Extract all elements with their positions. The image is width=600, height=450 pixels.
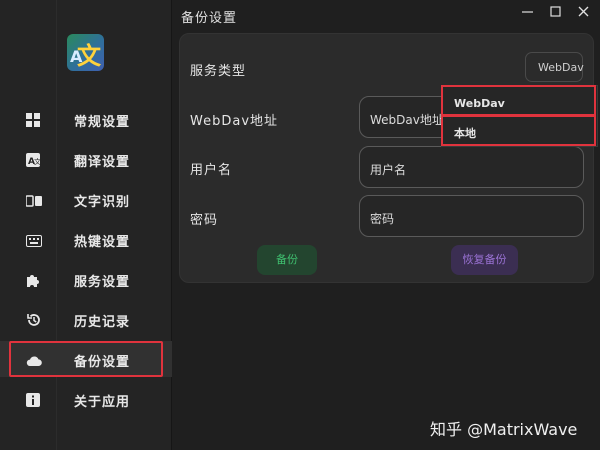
- ocr-icon: [25, 192, 42, 207]
- sidebar-item-hotkey[interactable]: 热键设置: [0, 221, 172, 257]
- backup-button[interactable]: 备份: [257, 245, 317, 275]
- backup-settings-card: 服务类型 WebDav WebDav地址 WebDav地址 用户名 用户名 密码…: [179, 33, 594, 283]
- option-highlight-webdav: [441, 85, 596, 117]
- keyboard-icon: [26, 232, 42, 247]
- sidebar-item-label: 热键设置: [74, 235, 131, 250]
- service-type-label: 服务类型: [190, 64, 247, 79]
- sidebar-item-history[interactable]: 历史记录: [0, 301, 172, 337]
- sidebar-item-label: 服务设置: [74, 275, 131, 290]
- active-item-highlight: [9, 341, 163, 377]
- sidebar-item-label: 翻译设置: [74, 155, 131, 170]
- sidebar-item-translate[interactable]: A文 翻译设置: [0, 141, 172, 177]
- username-placeholder: 用户名: [370, 163, 407, 177]
- info-icon: [26, 392, 42, 407]
- password-placeholder: 密码: [370, 212, 395, 226]
- window-title: 备份设置: [181, 11, 238, 26]
- app-logo: 文A: [67, 34, 104, 71]
- puzzle-icon: [26, 272, 42, 287]
- title-bar: 备份设置: [173, 0, 600, 30]
- password-field[interactable]: 密码: [359, 195, 584, 237]
- maximize-button[interactable]: [544, 4, 566, 24]
- sidebar-item-label: 文字识别: [74, 195, 131, 210]
- translate-icon: A文: [26, 152, 42, 167]
- service-type-value: WebDav: [538, 61, 584, 74]
- webdav-url-placeholder: WebDav地址: [370, 113, 444, 127]
- restore-backup-button[interactable]: 恢复备份: [451, 245, 518, 275]
- minimize-button[interactable]: [516, 4, 538, 24]
- sidebar-item-label: 常规设置: [74, 115, 131, 130]
- grid-icon: [26, 112, 42, 127]
- password-label: 密码: [190, 213, 219, 228]
- history-icon: [26, 312, 42, 326]
- sidebar-item-ocr[interactable]: 文字识别: [0, 181, 172, 217]
- close-button[interactable]: [572, 4, 594, 24]
- username-field[interactable]: 用户名: [359, 146, 584, 188]
- sidebar-item-label: 历史记录: [74, 315, 131, 330]
- sidebar-item-general[interactable]: 常规设置: [0, 101, 172, 137]
- sidebar: 文A 常规设置 A文 翻译设置 文字识别 热键设置 服务设置 历史记录 备份设置…: [0, 0, 172, 450]
- sidebar-item-service[interactable]: 服务设置: [0, 261, 172, 297]
- webdav-url-label: WebDav地址: [190, 114, 279, 129]
- option-highlight-local: [441, 114, 596, 146]
- sidebar-item-label: 关于应用: [74, 395, 131, 410]
- svg-text:文: 文: [34, 157, 40, 166]
- watermark: 知乎 @MatrixWave: [430, 420, 578, 439]
- sidebar-item-about[interactable]: 关于应用: [0, 381, 172, 417]
- service-type-select[interactable]: WebDav: [525, 52, 584, 82]
- username-label: 用户名: [190, 163, 233, 178]
